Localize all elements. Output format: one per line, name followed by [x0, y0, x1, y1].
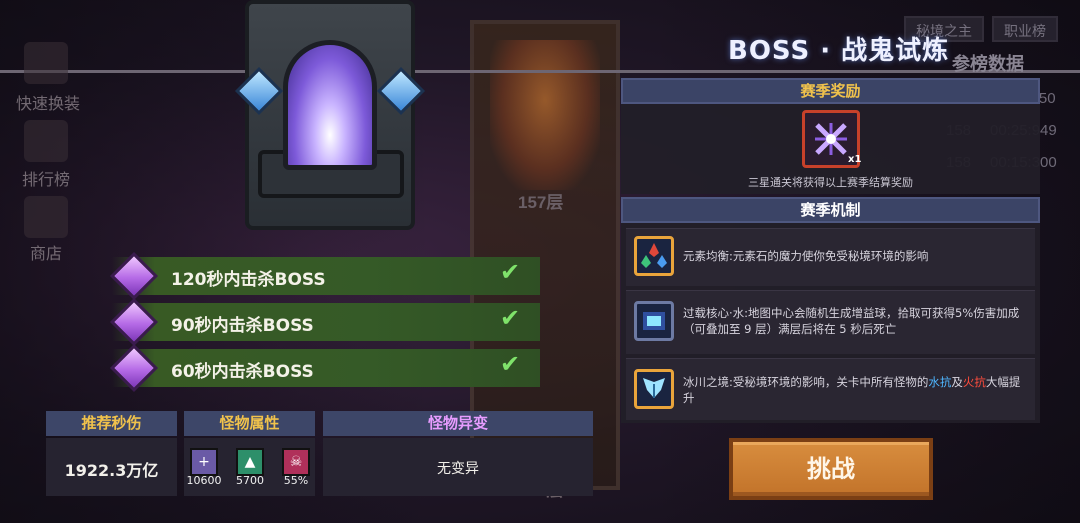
mechanic-text: 元素均衡:元素石的魔力使你免受秘境环境的影响 — [683, 249, 929, 263]
reward-count: x1 — [848, 154, 862, 165]
monster-attributes-label: 怪物属性 — [184, 411, 315, 436]
shield-icon: + — [190, 448, 218, 476]
crossed-blades-icon — [815, 123, 847, 155]
monster-mutation-label: 怪物异变 — [323, 411, 593, 436]
resistance-icon: ▲ — [236, 448, 264, 476]
overload-core-icon — [634, 301, 674, 341]
mechanic-text: 过载核心·水:地图中心会随机生成增益球，拾取可获得5%伤害加成（可叠加至 9 层… — [683, 306, 1020, 336]
ice-realm-icon — [634, 369, 674, 409]
leaderboard-header: 参榜数据 — [952, 54, 1024, 75]
water-resistance-text: 水抗 — [928, 375, 952, 389]
shop-icon[interactable] — [24, 196, 68, 238]
season-mechanics-header: 赛季机制 — [621, 197, 1040, 223]
side-menu-leaderboard[interactable]: 排行榜 — [22, 166, 70, 190]
page-title: BOSS · 战鬼试炼 — [728, 36, 950, 66]
side-menu-quick-swap[interactable]: 快速换装 — [16, 90, 80, 114]
swap-gear-icon[interactable] — [24, 42, 68, 84]
reward-note: 三星通关将获得以上赛季结算奖励 — [748, 176, 913, 189]
trophy-icon[interactable] — [24, 120, 68, 162]
objective-label: 120秒内击杀BOSS — [171, 270, 326, 290]
element-gems-icon — [634, 236, 674, 276]
challenge-button[interactable]: 挑战 — [729, 438, 933, 500]
floor-label-157: 157层 — [518, 193, 564, 212]
ice-wings-icon — [643, 378, 665, 398]
mechanic-text-prefix: 冰川之境:受秘境环境的影响，关卡中所有怪物的 — [683, 375, 929, 389]
side-menu-shop[interactable]: 商店 — [30, 240, 62, 264]
check-icon: ✔ — [500, 350, 521, 378]
attribute-value: 10600 — [186, 474, 222, 487]
check-icon: ✔ — [500, 304, 521, 332]
skull-icon: ☠ — [282, 448, 310, 476]
fire-resistance-text: 火抗 — [962, 375, 986, 389]
objective-label: 90秒内击杀BOSS — [171, 316, 314, 336]
attribute-value: 55% — [283, 474, 309, 487]
top-divider — [0, 70, 1080, 73]
recommended-dps-label: 推荐秒伤 — [46, 411, 177, 436]
water-core-icon — [643, 312, 665, 330]
gem-cluster-icon — [641, 243, 667, 268]
mechanic-text: 冰川之境:受秘境环境的影响，关卡中所有怪物的水抗及火抗大幅提升 — [683, 374, 1028, 406]
check-icon: ✔ — [500, 258, 521, 286]
recommended-dps-value: 1922.3万亿 — [64, 461, 159, 480]
attribute-value: 5700 — [236, 474, 264, 487]
objective-label: 60秒内击杀BOSS — [171, 362, 314, 382]
season-reward-header: 赛季奖励 — [621, 78, 1040, 104]
boss-portal — [283, 40, 377, 170]
monster-mutation-value: 无变异 — [437, 461, 479, 477]
tab-class-ranking[interactable]: 职业榜 — [992, 16, 1058, 42]
mechanic-text-joiner: 及 — [951, 375, 963, 389]
